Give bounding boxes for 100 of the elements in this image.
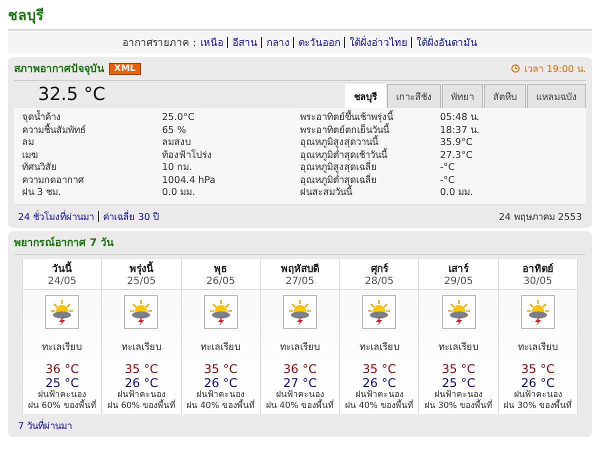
weather-description: ฝนฟ้าคะนอง	[38, 390, 86, 400]
weather-description: ฝนฟ้าคะนอง	[514, 390, 562, 400]
observation-value: -°C	[440, 162, 456, 174]
observation-value: 10 กม.	[162, 162, 194, 174]
clock-icon	[510, 64, 520, 73]
weather-description: ฝนฟ้าคะนอง	[117, 390, 166, 400]
observation-value: -°C	[440, 174, 456, 187]
low-temperature: 26 °C	[362, 376, 396, 390]
observation-value: ลมสงบ	[162, 137, 192, 149]
observation-label: อุณหภูมิต่ำสุดเช้าวันนี้	[300, 150, 388, 160]
low-temperature: 26 °C	[521, 376, 555, 390]
rain-chance: ฝน 40% ของพื้นที่	[266, 400, 334, 412]
day-date: 27/05	[286, 276, 314, 286]
region-link[interactable]: เหนือ	[200, 35, 224, 50]
high-temperature: 35 °C	[362, 362, 396, 376]
rain-chance: ฝน 60% ของพื้นที่	[107, 400, 176, 412]
observation-value: 27.3°C	[440, 150, 474, 162]
sea-condition: ทะเลเรียบ	[42, 340, 82, 354]
nav-label: อากาศรายภาค :	[122, 37, 196, 50]
sea-condition: ทะเลเรียบ	[359, 340, 400, 354]
past-days-link[interactable]: 7 วันที่ผ่านมา	[18, 418, 72, 432]
observation-value: 18:37 น.	[440, 124, 480, 137]
observation-label: ลม	[22, 137, 35, 150]
day-date: 29/05	[444, 276, 473, 286]
observation-label: อุณหภูมิสูงสุดวานนี้	[300, 137, 380, 148]
region-link[interactable]: ใต้ฝั่งอันดามัน	[416, 35, 478, 50]
region-link[interactable]: กลาง	[266, 35, 290, 50]
section-title: พยากรณ์อากาศ 7 วัน	[14, 236, 114, 250]
day-name: เสาร์	[448, 262, 469, 276]
low-temperature: 25 °C	[442, 376, 476, 390]
high-temperature: 35 °C	[521, 362, 555, 376]
region-link[interactable]: ตะวันออก	[298, 35, 340, 50]
day-name: พรุ่งนี้	[129, 260, 154, 276]
sun-cloud-lightning-icon	[124, 294, 158, 328]
sea-condition: ทะเลเรียบ	[438, 340, 479, 354]
observation-label: เมฆ	[22, 150, 39, 162]
day-date: 26/05	[206, 276, 236, 286]
observation-label: ฝนสะสมวันนี้	[300, 187, 352, 200]
sun-cloud-lightning-icon	[282, 294, 317, 328]
sea-condition: ทะเลเรียบ	[200, 340, 241, 354]
sea-condition: ทะเลเรียบ	[121, 340, 162, 354]
day-name: พุธ	[214, 262, 228, 276]
high-temperature: 36 °C	[283, 362, 317, 376]
day-name: พฤหัสบดี	[280, 262, 319, 276]
weather-description: ฝนฟ้าคะนอง	[355, 390, 404, 400]
low-temperature: 26 °C	[204, 376, 238, 390]
observation-value: 65 %	[162, 124, 188, 137]
sun-cloud-lightning-icon	[362, 294, 396, 328]
day-date: 28/05	[364, 276, 394, 286]
low-temperature: 25 °C	[45, 376, 79, 390]
observation-label: ฝน 3 ชม.	[22, 187, 62, 200]
region-link[interactable]: ใต้ฝั่งอ่าวไทย	[349, 35, 408, 50]
observation-value: 25.0°C	[162, 112, 196, 124]
weather-description: ฝนฟ้าคะนอง	[276, 390, 324, 400]
station-tab[interactable]: เกาะสีชัง	[387, 84, 441, 108]
weather-description: ฝนฟ้าคะนอง	[434, 390, 483, 400]
weather-description: ฝนฟ้าคะนอง	[196, 390, 245, 400]
report-date: 24 พฤษภาคม 2553	[498, 210, 582, 224]
current-temperature: 32.5 °C	[37, 84, 106, 107]
observation-value: 35.9°C	[440, 137, 474, 150]
station-tab[interactable]: พัทยา	[442, 84, 483, 108]
sea-condition: ทะเลเรียบ	[280, 340, 320, 354]
high-temperature: 35 °C	[124, 362, 158, 376]
day-date: 24/05	[48, 276, 77, 286]
rain-chance: ฝน 40% ของพื้นที่	[186, 400, 255, 412]
rain-chance: ฝน 40% ของพื้นที่	[345, 400, 414, 412]
observation-value: 1004.4 hPa	[162, 174, 216, 187]
observation-label: ทัศนวิสัย	[22, 162, 58, 174]
station-tab[interactable]: สัตหีบ	[484, 84, 526, 108]
observation-time: เวลา 19:00 น.	[524, 63, 586, 76]
low-temperature: 27 °C	[283, 376, 317, 390]
history-link[interactable]: ค่าเฉลี่ย 30 ปี	[103, 208, 160, 224]
observation-value: 0.0 มม.	[162, 187, 196, 200]
observation-label: ความกดอากาศ	[22, 174, 85, 187]
section-title: สภาพอากาศปัจจุบัน	[14, 62, 104, 77]
sun-cloud-lightning-icon	[204, 294, 238, 328]
rain-chance: ฝน 30% ของพื้นที่	[424, 400, 493, 412]
observation-value: 0.0 มม.	[440, 187, 474, 200]
station-tab[interactable]: แหลมฉบัง	[527, 84, 586, 108]
observation-value: 05:48 น.	[440, 112, 480, 124]
observation-label: อุณหภูมิสูงสุดเฉลี่ย	[300, 162, 377, 173]
observation-label: พระอาทิตย์ขึ้นเช้าพรุ่งนี้	[300, 112, 394, 123]
high-temperature: 35 °C	[204, 362, 238, 376]
sun-cloud-lightning-icon	[442, 294, 476, 328]
day-name: วันนี้	[52, 260, 72, 276]
rain-chance: ฝน 60% ของพื้นที่	[28, 400, 96, 412]
rain-chance: ฝน 30% ของพื้นที่	[504, 400, 572, 412]
high-temperature: 35 °C	[442, 362, 476, 376]
observation-label: อุณหภูมิต่ำสุดเฉลี่ย	[300, 174, 378, 186]
history-link[interactable]: 24 ชั่วโมงที่ผ่านมา	[18, 208, 94, 224]
sea-condition: ทะเลเรียบ	[518, 340, 558, 354]
day-name: อาทิตย์	[522, 262, 554, 276]
observation-value: ท้องฟ้าโปร่ง	[162, 150, 213, 162]
region-link[interactable]: อีสาน	[232, 35, 258, 50]
observation-label: พระอาทิตย์ตกเย็นวันนี้	[300, 124, 390, 136]
day-date: 25/05	[127, 276, 156, 286]
day-date: 30/05	[523, 276, 552, 286]
observation-label: จุดน้ำค้าง	[22, 112, 62, 123]
high-temperature: 36 °C	[45, 362, 79, 376]
station-tab[interactable]: ชลบุรี	[345, 84, 386, 108]
